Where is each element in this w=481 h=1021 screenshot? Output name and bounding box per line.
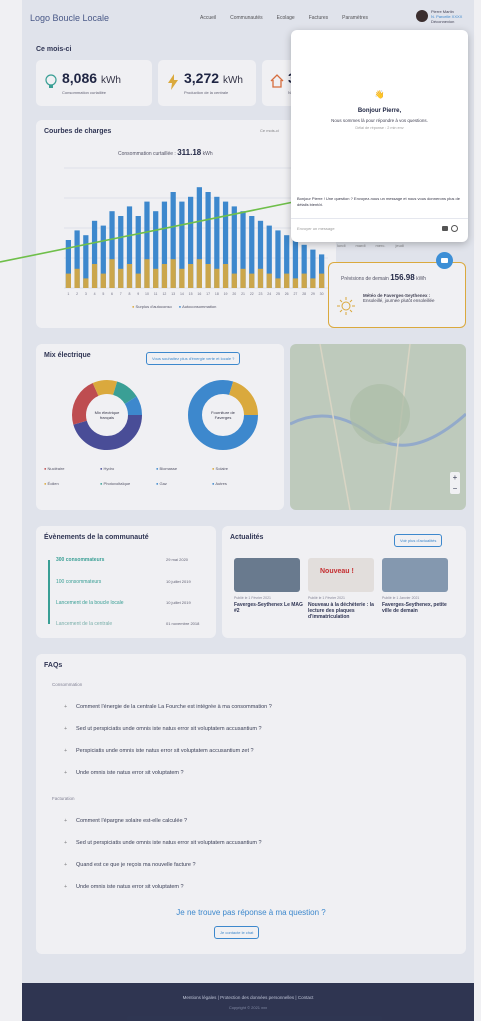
chat-response-time: Délai de réponse : 2 min env [355,126,404,130]
chat-divider [291,218,468,219]
attachment-icon[interactable] [442,226,448,231]
chat-launcher-button[interactable] [436,252,453,269]
chat-greeting: Bonjour Pierre, [357,108,402,114]
chat-bubble-icon [441,258,448,263]
chat-subtitle: Nous sommes là pour répondre à vos quest… [331,118,428,123]
chat-widget: 👋 Bonjour Pierre, Nous sommes là pour ré… [291,30,468,242]
chat-input[interactable]: Envoyer un message [297,226,335,231]
wave-emoji: 👋 [374,90,385,99]
chat-message: Bonjour Pierre ! Une question ? Envoyez-… [297,196,460,207]
emoji-icon[interactable] [451,225,458,232]
